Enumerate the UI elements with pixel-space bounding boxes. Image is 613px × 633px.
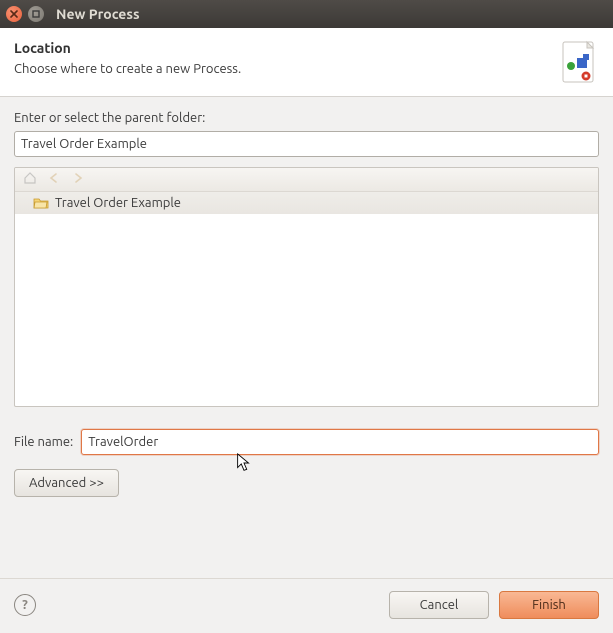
dialog-body: Location Choose where to create a new Pr…	[0, 28, 613, 507]
page-subtitle: Choose where to create a new Process.	[14, 62, 241, 76]
window-title: New Process	[56, 6, 140, 22]
tree-list[interactable]: Travel Order Example	[15, 192, 598, 406]
back-icon[interactable]	[47, 171, 61, 188]
folder-tree: Travel Order Example	[14, 167, 599, 407]
dialog-header: Location Choose where to create a new Pr…	[0, 28, 613, 97]
dialog-footer: ? Cancel Finish	[0, 578, 613, 633]
wizard-icon	[559, 40, 599, 84]
advanced-row: Advanced >>	[14, 469, 599, 497]
folder-icon	[33, 196, 49, 210]
finish-button[interactable]: Finish	[499, 591, 599, 619]
tree-item[interactable]: Travel Order Example	[15, 192, 598, 214]
page-title: Location	[14, 40, 241, 56]
tree-item-label: Travel Order Example	[55, 196, 181, 210]
header-text: Location Choose where to create a new Pr…	[14, 40, 241, 76]
footer-buttons: Cancel Finish	[389, 591, 599, 619]
home-icon[interactable]	[23, 171, 37, 188]
filename-label: File name:	[14, 435, 73, 449]
advanced-button[interactable]: Advanced >>	[14, 469, 119, 497]
titlebar: New Process	[0, 0, 613, 28]
main-area: Enter or select the parent folder:	[0, 97, 613, 507]
filename-input[interactable]	[81, 429, 599, 455]
window-controls	[6, 6, 44, 22]
close-window-button[interactable]	[6, 6, 22, 22]
filename-row: File name:	[14, 429, 599, 455]
parent-folder-input[interactable]	[14, 131, 599, 157]
forward-icon[interactable]	[71, 171, 85, 188]
parent-folder-label: Enter or select the parent folder:	[14, 111, 599, 125]
cancel-button[interactable]: Cancel	[389, 591, 489, 619]
minimize-window-button[interactable]	[28, 6, 44, 22]
tree-toolbar	[15, 168, 598, 192]
help-button[interactable]: ?	[14, 594, 36, 616]
